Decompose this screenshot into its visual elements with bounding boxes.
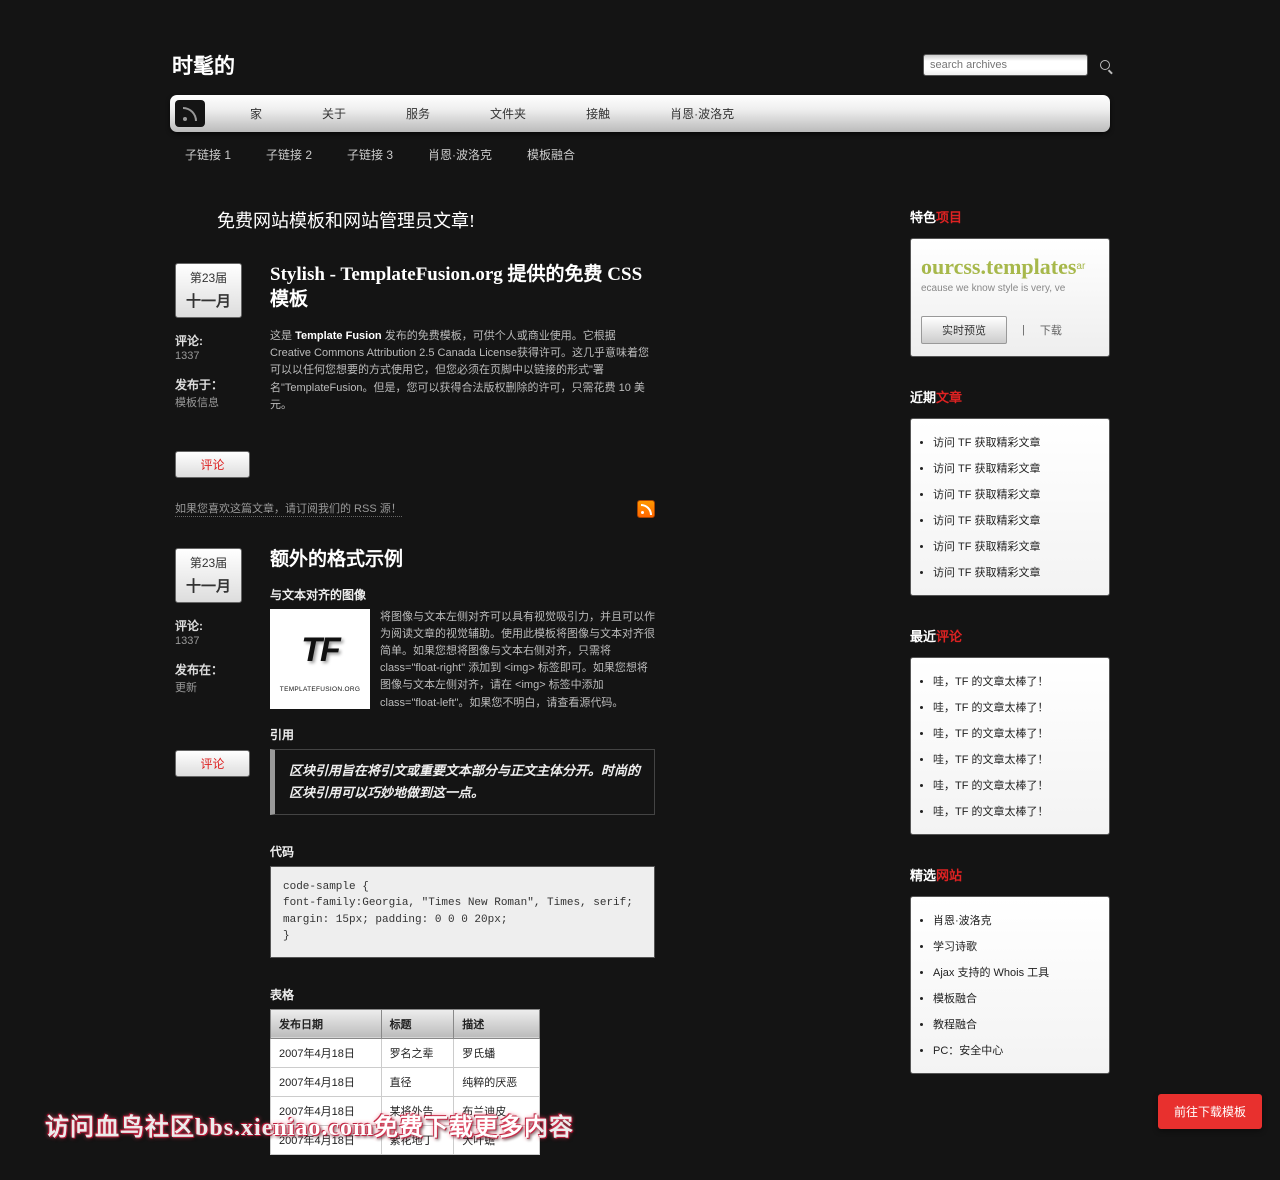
subnav-link2[interactable]: 子链接 2 xyxy=(266,146,312,163)
featured-brand: ourcss.templates xyxy=(921,254,1076,279)
nav-sean[interactable]: 肖恩·波洛克 xyxy=(640,105,764,122)
recent-comments-list: 哇，TF 的文章太棒了！ 哇，TF 的文章太棒了！ 哇，TF 的文章太棒了！ 哇… xyxy=(910,657,1110,835)
list-item[interactable]: 教程融合 xyxy=(933,1011,1095,1037)
list-item[interactable]: 访问 TF 获取精彩文章 xyxy=(933,559,1095,585)
list-item[interactable]: 访问 TF 获取精彩文章 xyxy=(933,429,1095,455)
site-title: 时髦的 xyxy=(172,50,235,80)
code-sample: code-sample { font-family:Georgia, "Time… xyxy=(270,866,655,958)
posted-value: 模板信息 xyxy=(175,394,255,410)
post: 第23届 十一月 评论: 1337 发布在： 更新 评论 额外的格式示例 与文本… xyxy=(175,548,655,1155)
subnav-tf[interactable]: 模板融合 xyxy=(527,146,575,163)
post-title[interactable]: Stylish - TemplateFusion.org 提供的免费 CSS 模… xyxy=(270,263,655,312)
list-item[interactable]: 哇，TF 的文章太棒了！ xyxy=(933,798,1095,824)
table-row: 2007年4月18日罗名之辈罗氏蟠 xyxy=(271,1038,540,1067)
table-row: 2007年4月18日直径纯粹的厌恶 xyxy=(271,1067,540,1096)
featured-tag: ecause we know style is very, ve xyxy=(921,283,1099,294)
rss-icon[interactable] xyxy=(175,100,205,127)
posted-label: 发布于： xyxy=(175,376,255,393)
rss-subscribe-link[interactable]: 如果您喜欢这篇文章，请订阅我们的 RSS 源！ xyxy=(175,500,402,517)
blockquote: 区块引用旨在将引文或重要文本部分与正文主体分开。时尚的区块引用可以巧妙地做到这一… xyxy=(270,749,655,815)
subnav-sean[interactable]: 肖恩·波洛克 xyxy=(428,146,492,163)
heading-img-align: 与文本对齐的图像 xyxy=(270,586,655,603)
list-item[interactable]: 学习诗歌 xyxy=(933,933,1095,959)
widget-title-recent-comments: 最近评论 xyxy=(910,626,1110,645)
nav-folder[interactable]: 文件夹 xyxy=(460,105,556,122)
tagline: 免费网站模板和网站管理员文章! xyxy=(217,207,655,233)
comments-label: 评论: xyxy=(175,332,255,349)
list-item[interactable]: 访问 TF 获取精彩文章 xyxy=(933,507,1095,533)
list-item[interactable]: Ajax 支持的 Whois 工具 xyxy=(933,959,1095,985)
list-item[interactable]: 哇，TF 的文章太棒了！ xyxy=(933,772,1095,798)
search-icon[interactable] xyxy=(1100,60,1110,70)
preview-button[interactable]: 实时预览 xyxy=(921,316,1007,344)
comment-button[interactable]: 评论 xyxy=(175,750,250,777)
widget-title-recent-posts: 近期文章 xyxy=(910,387,1110,406)
date-badge: 第23届 十一月 xyxy=(175,548,242,603)
nav-about[interactable]: 关于 xyxy=(292,105,376,122)
search-input[interactable] xyxy=(923,54,1088,76)
featured-sites-list: 肖恩·波洛克 学习诗歌 Ajax 支持的 Whois 工具 模板融合 教程融合 … xyxy=(910,896,1110,1074)
subnav-link3[interactable]: 子链接 3 xyxy=(347,146,393,163)
list-item[interactable]: 访问 TF 获取精彩文章 xyxy=(933,455,1095,481)
separator: | xyxy=(1022,324,1025,336)
post-text: 这是 Template Fusion 发布的免费模板，可供个人或商业使用。它根据… xyxy=(270,328,655,413)
featured-box: ourcss.templatesar ecause we know style … xyxy=(910,238,1110,357)
list-item[interactable]: 肖恩·波洛克 xyxy=(933,907,1095,933)
widget-title-featured-sites: 精选网站 xyxy=(910,865,1110,884)
sub-nav: 子链接 1 子链接 2 子链接 3 肖恩·波洛克 模板融合 xyxy=(170,137,1110,172)
list-item[interactable]: PC：安全中心 xyxy=(933,1037,1095,1063)
download-template-button[interactable]: 前往下载模板 xyxy=(1158,1094,1262,1129)
heading-code: 代码 xyxy=(270,843,655,860)
list-item[interactable]: 哇，TF 的文章太棒了！ xyxy=(933,746,1095,772)
list-item[interactable]: 哇，TF 的文章太棒了！ xyxy=(933,720,1095,746)
list-item[interactable]: 访问 TF 获取精彩文章 xyxy=(933,481,1095,507)
comments-count: 1337 xyxy=(175,350,255,362)
post-title[interactable]: 额外的格式示例 xyxy=(270,548,655,573)
nav-contact[interactable]: 接触 xyxy=(556,105,640,122)
date-badge: 第23届 十一月 xyxy=(175,263,242,318)
watermark: 访问血鸟社区bbs.xieniao.com免费下载更多内容 xyxy=(45,1107,574,1142)
widget-title-featured: 特色项目 xyxy=(910,207,1110,226)
list-item[interactable]: 访问 TF 获取精彩文章 xyxy=(933,533,1095,559)
post: 第23届 十一月 评论: 1337 发布于： 模板信息 Stylish - Te… xyxy=(175,263,655,414)
heading-quote: 引用 xyxy=(270,726,655,743)
nav-home[interactable]: 家 xyxy=(220,105,292,122)
tf-logo-image: TFTEMPLATEFUSION.ORG xyxy=(270,609,370,709)
subnav-link1[interactable]: 子链接 1 xyxy=(185,146,231,163)
list-item[interactable]: 哇，TF 的文章太棒了！ xyxy=(933,694,1095,720)
download-link[interactable]: 下载 xyxy=(1040,322,1062,338)
nav-services[interactable]: 服务 xyxy=(376,105,460,122)
img-align-text: 将图像与文本左侧对齐可以具有视觉吸引力，并且可以作为阅读文章的视觉辅助。使用此模… xyxy=(380,611,655,708)
list-item[interactable]: 模板融合 xyxy=(933,985,1095,1011)
rss-icon[interactable] xyxy=(637,500,655,518)
main-nav: 家 关于 服务 文件夹 接触 肖恩·波洛克 xyxy=(170,95,1110,132)
comment-button[interactable]: 评论 xyxy=(175,451,250,478)
heading-table: 表格 xyxy=(270,986,655,1003)
recent-posts-list: 访问 TF 获取精彩文章 访问 TF 获取精彩文章 访问 TF 获取精彩文章 访… xyxy=(910,418,1110,596)
list-item[interactable]: 哇，TF 的文章太棒了！ xyxy=(933,668,1095,694)
